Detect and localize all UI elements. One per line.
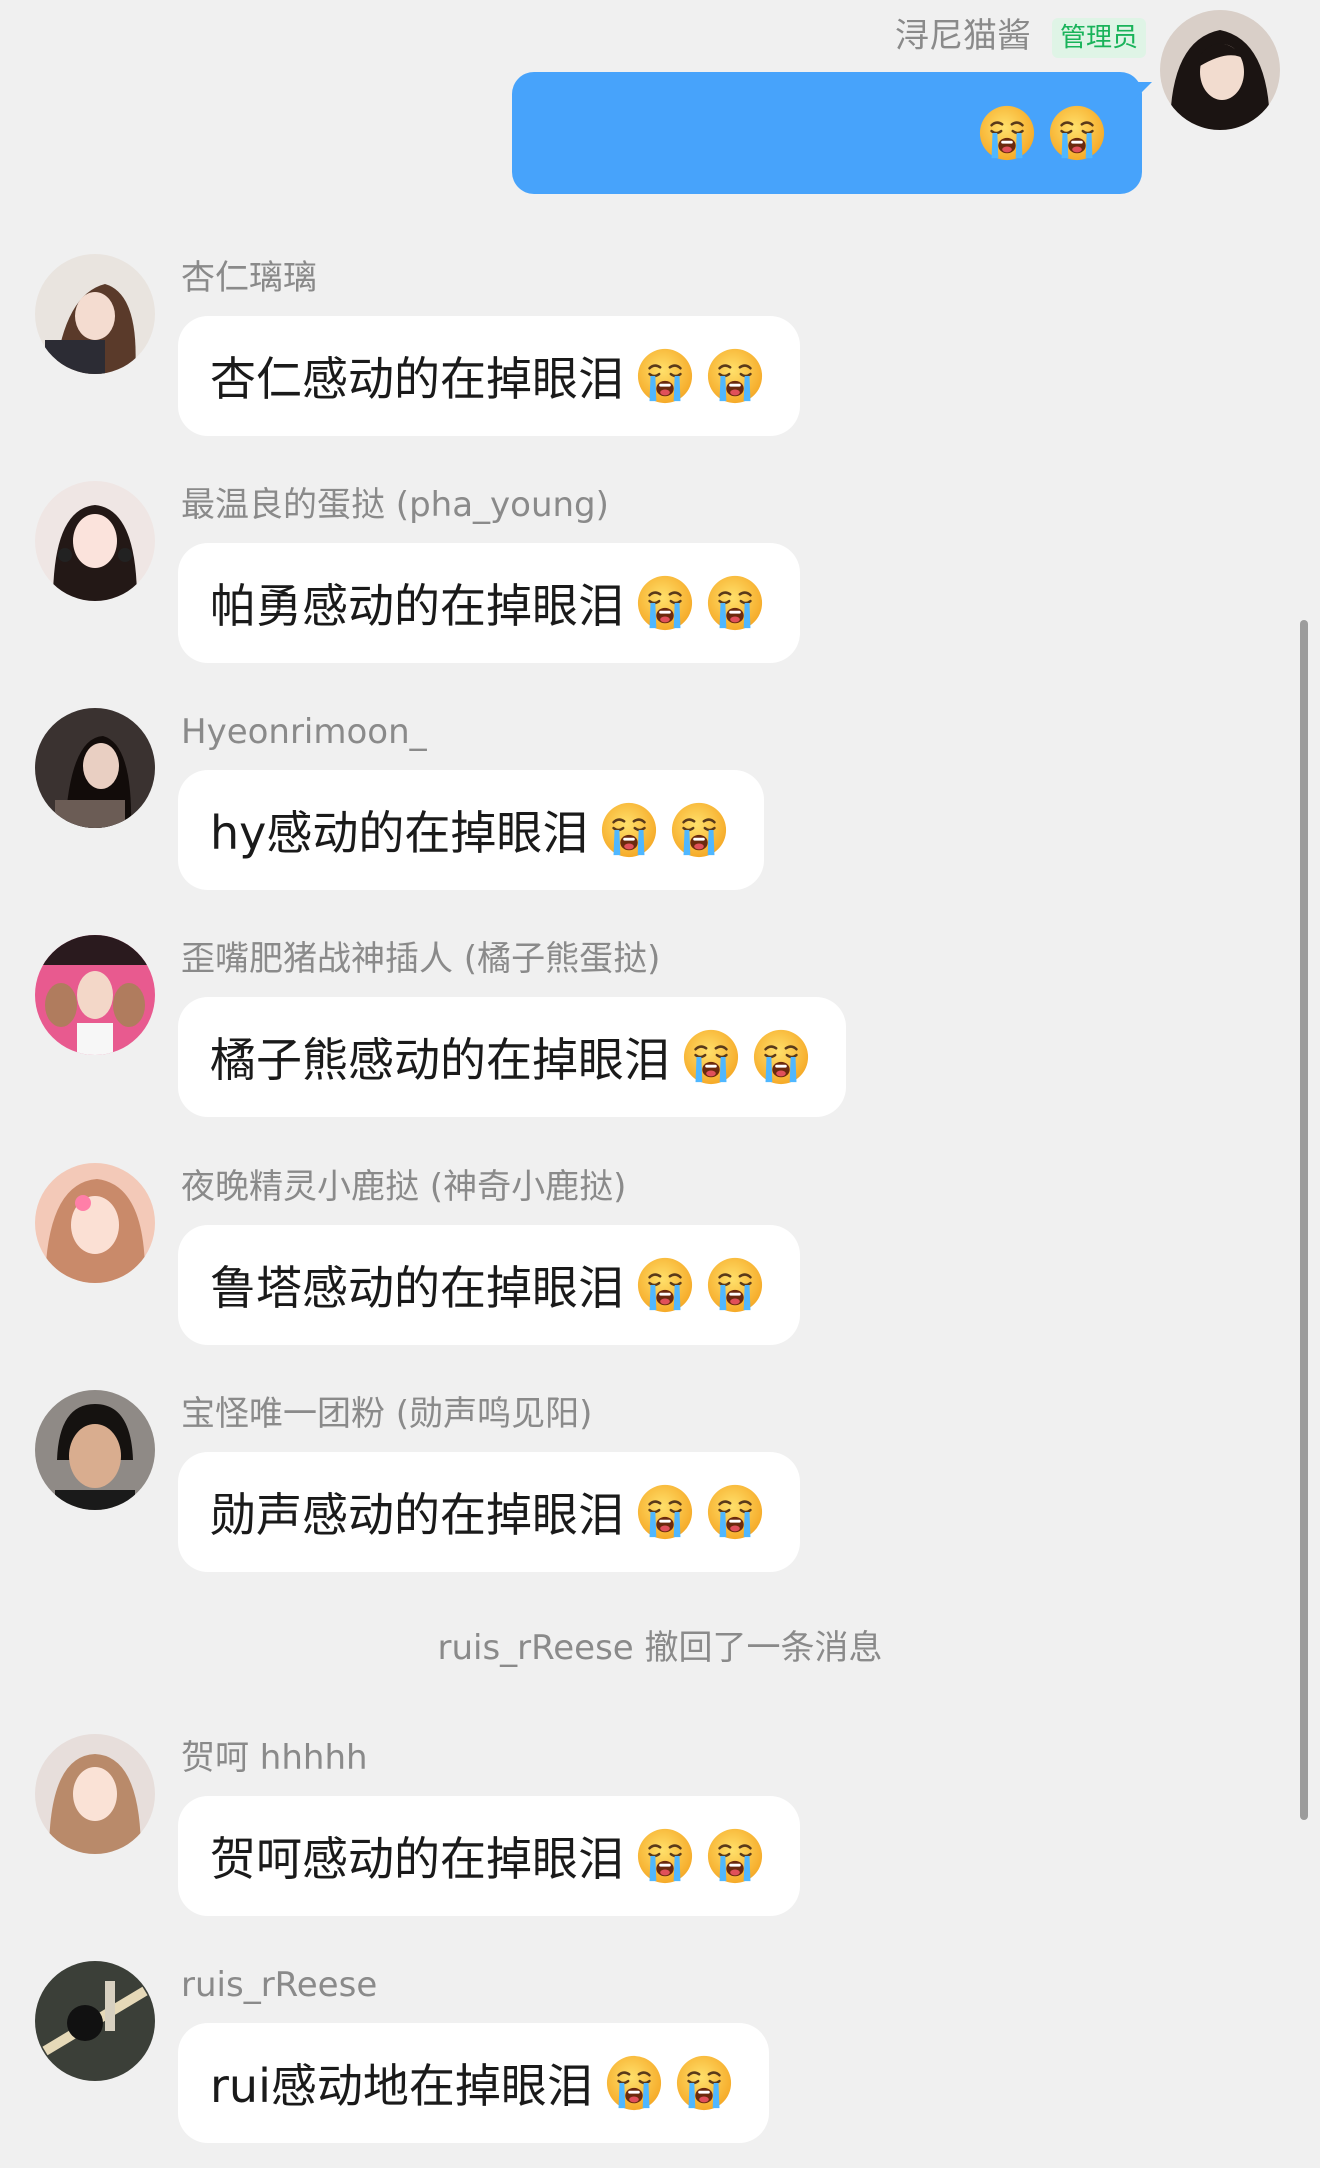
message-text: rui感动地在掉眼泪 [210,2059,593,2113]
sender-name: 杏仁璃璃 [181,258,317,298]
sender-name: ruis_rReese [181,1965,378,2005]
loudly-crying-face-icon [1048,104,1106,162]
sender-name: Hyeonrimoon_ [181,712,427,752]
loudly-crying-face-icon [706,574,764,632]
message-bubble[interactable]: 橘子熊感动的在掉眼泪 [178,997,846,1117]
avatar[interactable] [35,935,155,1055]
avatar[interactable] [35,481,155,601]
loudly-crying-face-icon [978,104,1036,162]
avatar[interactable] [35,1734,155,1854]
message-bubble[interactable]: rui感动地在掉眼泪 [178,2023,769,2143]
message-bubble[interactable]: 勋声感动的在掉眼泪 [178,1452,800,1572]
admin-badge: 管理员 [1052,18,1147,58]
loudly-crying-face-icon [675,2054,733,2112]
loudly-crying-face-icon [636,1827,694,1885]
avatar[interactable] [35,1390,155,1510]
loudly-crying-face-icon [706,1256,764,1314]
message-text: hy感动的在掉眼泪 [210,806,589,860]
recall-notice: ruis_rReese 撤回了一条消息 [437,1628,883,1668]
sender-name: 最温良的蛋挞 (pha_young) [181,485,609,525]
loudly-crying-face-icon [605,2054,663,2112]
avatar[interactable] [35,1961,155,2081]
message-text: 橘子熊感动的在掉眼泪 [210,1033,670,1087]
sender-name: 歪嘴肥猪战神插人 (橘子熊蛋挞) [181,939,661,979]
message-bubble[interactable]: 帕勇感动的在掉眼泪 [178,543,800,663]
loudly-crying-face-icon [636,1256,694,1314]
loudly-crying-face-icon [636,347,694,405]
loudly-crying-face-icon [706,1827,764,1885]
sender-name: 夜晚精灵小鹿挞 (神奇小鹿挞) [181,1167,627,1207]
loudly-crying-face-icon [636,574,694,632]
sender-name: 宝怪唯一团粉 (勋声鸣见阳) [181,1394,593,1434]
message-bubble[interactable]: hy感动的在掉眼泪 [178,770,765,890]
loudly-crying-face-icon [706,1483,764,1541]
message-bubble[interactable]: 贺呵感动的在掉眼泪 [178,1796,800,1916]
message-text: 杏仁感动的在掉眼泪 [210,352,624,406]
self-avatar[interactable] [1160,10,1280,130]
loudly-crying-face-icon [600,801,658,859]
self-sender-name: 浔尼猫酱 [895,16,1031,56]
loudly-crying-face-icon [682,1028,740,1086]
message-bubble[interactable]: 杏仁感动的在掉眼泪 [178,316,800,436]
loudly-crying-face-icon [670,801,728,859]
sender-name: 贺呵 hhhhh [181,1738,368,1778]
avatar[interactable] [35,1163,155,1283]
loudly-crying-face-icon [706,347,764,405]
scrollbar[interactable] [1300,620,1308,1820]
self-bubble-tail [1130,82,1152,104]
self-message-bubble[interactable] [512,72,1142,194]
avatar[interactable] [35,254,155,374]
message-text: 勋声感动的在掉眼泪 [210,1488,624,1542]
message-text: 帕勇感动的在掉眼泪 [210,579,624,633]
avatar[interactable] [35,708,155,828]
message-text: 贺呵感动的在掉眼泪 [210,1832,624,1886]
message-bubble[interactable]: 鲁塔感动的在掉眼泪 [178,1225,800,1345]
loudly-crying-face-icon [752,1028,810,1086]
message-text: 鲁塔感动的在掉眼泪 [210,1261,624,1315]
loudly-crying-face-icon [636,1483,694,1541]
